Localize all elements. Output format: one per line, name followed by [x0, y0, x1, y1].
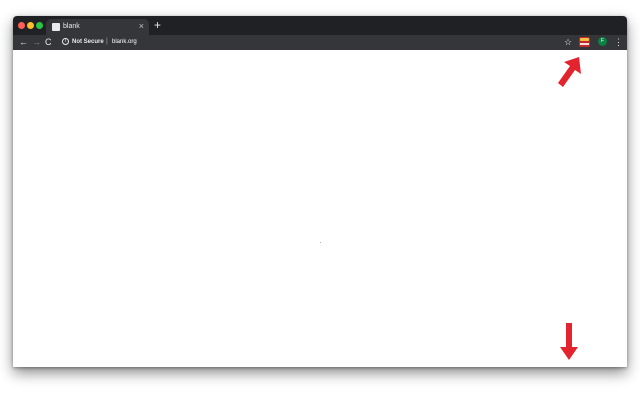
plus-icon[interactable]: + — [154, 18, 161, 32]
screenshot-stage: blank × + ← → C i Not Secure | blank.org… — [0, 0, 640, 400]
security-label[interactable]: Not Secure — [72, 38, 104, 46]
reload-icon[interactable]: C — [45, 37, 52, 48]
avatar[interactable]: F — [598, 37, 607, 46]
page-content — [13, 50, 627, 367]
forward-arrow-icon[interactable]: → — [32, 37, 41, 48]
browser-toolbar: ← → C i Not Secure | blank.org ☆ F ⋮ — [13, 35, 627, 50]
tab-strip: blank × + — [13, 16, 627, 35]
address-bar-url[interactable]: blank.org — [112, 38, 137, 46]
close-icon[interactable]: × — [139, 21, 144, 32]
window-minimize-dot[interactable] — [27, 22, 34, 29]
extension-icon-detail — [580, 38, 589, 41]
red-arrow-annotation-shape — [560, 323, 578, 360]
content-speck — [320, 242, 321, 243]
window-close-dot[interactable] — [18, 22, 25, 29]
red-arrow-annotation-shape — [558, 57, 581, 87]
page-icon — [52, 23, 60, 31]
star-icon[interactable]: ☆ — [564, 36, 572, 48]
browser-window: blank × + ← → C i Not Secure | blank.org… — [13, 16, 627, 367]
extension-icon[interactable] — [579, 37, 590, 47]
back-arrow-icon[interactable]: ← — [19, 37, 28, 48]
window-maximize-dot[interactable] — [36, 22, 43, 29]
red-arrow-annotation — [558, 57, 581, 87]
tab-title: blank — [63, 23, 80, 30]
extension-icon-detail — [580, 43, 589, 45]
kebab-menu-icon[interactable]: ⋮ — [614, 36, 623, 48]
red-arrow-annotation — [560, 323, 578, 360]
url-separator: | — [106, 38, 108, 45]
tab-blank[interactable]: blank × — [46, 19, 149, 35]
info-icon[interactable]: i — [62, 38, 69, 45]
